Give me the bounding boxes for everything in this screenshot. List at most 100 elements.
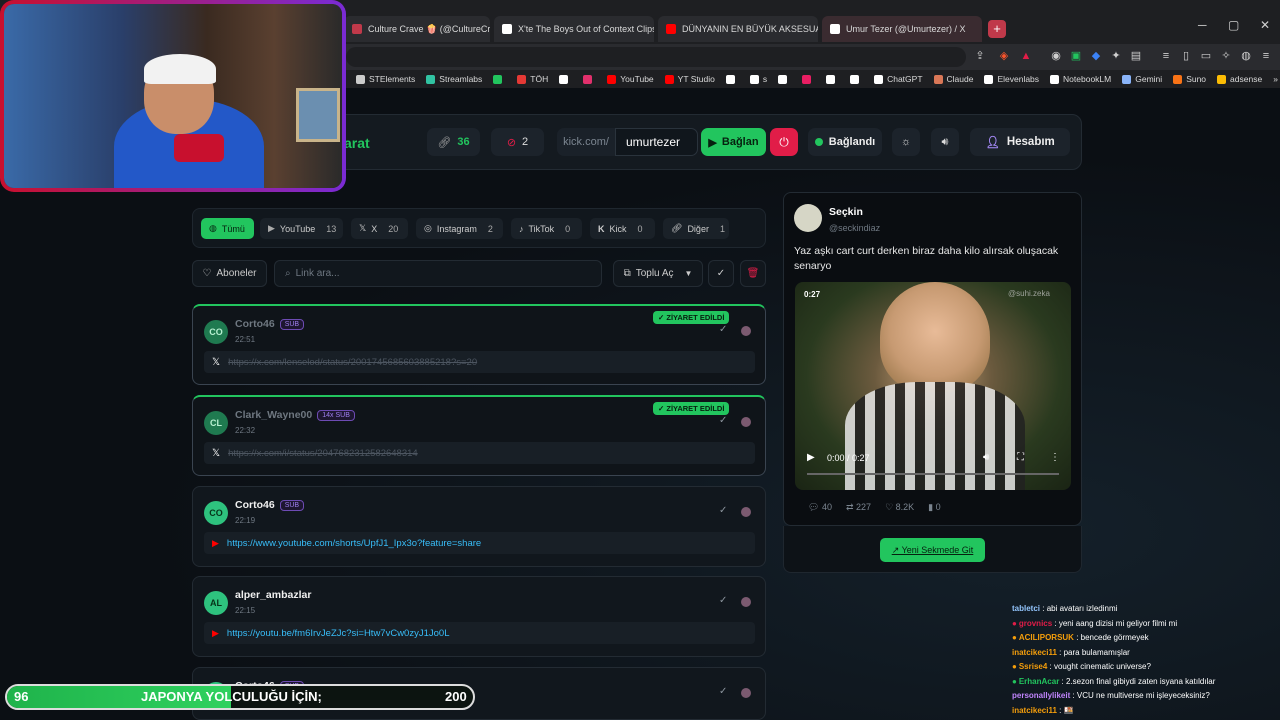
video-frame bbox=[880, 282, 990, 392]
kick-username-input[interactable]: umurtezer bbox=[615, 128, 698, 156]
bookmark-item[interactable]: adsense bbox=[1217, 74, 1262, 84]
dismiss-icon[interactable] bbox=[741, 597, 751, 607]
link-url[interactable]: https://x.com/lenselod/status/2001745685… bbox=[228, 357, 477, 368]
play-icon[interactable]: ▶ bbox=[807, 452, 815, 463]
power-icon: ⏻ bbox=[779, 135, 789, 149]
disconnect-button[interactable]: ⏻ bbox=[770, 128, 798, 156]
subscribers-filter-button[interactable]: ♡ Aboneler bbox=[192, 260, 267, 287]
mark-all-button[interactable]: ✓ bbox=[708, 260, 734, 287]
bookmark-item[interactable]: ChatGPT bbox=[874, 74, 923, 84]
bookmark-item[interactable] bbox=[850, 74, 863, 84]
extension-icon[interactable]: ▣ bbox=[1070, 50, 1082, 62]
rewards-icon[interactable]: ▲ bbox=[1020, 50, 1032, 62]
check-icon[interactable]: ✓ bbox=[719, 595, 727, 606]
browser-tab-active[interactable]: Umur Tezer (@Umurtezer) / X bbox=[822, 16, 982, 42]
tab-x[interactable]: 𝕏 X 20 bbox=[351, 218, 408, 239]
link-card[interactable]: CO Corto46 SUB 22:51 ✓ ZİYARET EDİLDİ ✓ 𝕏https… bbox=[192, 304, 766, 385]
extension-icon[interactable]: ◉ bbox=[1050, 50, 1062, 62]
instagram-icon: ◎ bbox=[424, 223, 432, 233]
tab-all[interactable]: ◍ Tümü bbox=[201, 218, 254, 239]
bookmark-item[interactable]: Suno bbox=[1173, 74, 1206, 84]
link-card[interactable]: CL Clark_Wayne00 14x SUB 22:32 ✓ ZİYARET EDİ… bbox=[192, 395, 766, 476]
kick-url-prefix: kick.com/ bbox=[557, 128, 615, 156]
bookmark-item[interactable] bbox=[559, 74, 572, 84]
globe-icon: ◍ bbox=[209, 223, 217, 233]
bookmark-label: STElements bbox=[369, 74, 416, 84]
link-card[interactable]: AL alper_ambazlar 22:15 ✓ ▶ https://youtu.be/… bbox=[192, 576, 766, 657]
avatar: CO bbox=[204, 320, 228, 344]
bookmark-item[interactable]: Elevenlabs bbox=[984, 74, 1039, 84]
bookmark-item[interactable] bbox=[778, 74, 791, 84]
extension-icon[interactable]: ▤ bbox=[1130, 50, 1142, 62]
open-new-tab-button[interactable]: ↗ Yeni Sekmede Git bbox=[880, 538, 985, 562]
bookmark-item[interactable]: Gemini bbox=[1122, 74, 1162, 84]
like-stat[interactable]: ♡ 8.2K bbox=[885, 502, 914, 513]
bookmark-item[interactable]: Streamlabs bbox=[426, 74, 482, 84]
bookmark-item[interactable]: TÖH bbox=[517, 74, 548, 84]
extension-icon[interactable]: ◆ bbox=[1090, 50, 1102, 62]
search-input[interactable]: ⌕ Link ara... bbox=[274, 260, 602, 287]
bookmark-item[interactable]: YouTube bbox=[607, 74, 654, 84]
video-progress-track[interactable] bbox=[807, 473, 1059, 475]
more-icon[interactable]: ⋮ bbox=[1050, 452, 1060, 463]
maximize-icon[interactable]: ▢ bbox=[1228, 18, 1239, 32]
bookmark-item[interactable]: NotebookLM bbox=[1050, 74, 1111, 84]
minimize-icon[interactable]: ─ bbox=[1198, 18, 1207, 32]
address-bar[interactable] bbox=[346, 47, 966, 67]
bookmark-item[interactable]: Claude bbox=[933, 74, 973, 84]
chat-username: grovnics bbox=[1018, 618, 1053, 628]
link-url[interactable]: https://www.youtube.com/shorts/UpfJ1_Ipx… bbox=[227, 538, 481, 549]
tab-kick[interactable]: K Kick 0 bbox=[590, 218, 655, 239]
fullscreen-icon[interactable]: ⛶ bbox=[1017, 452, 1024, 463]
delete-all-button[interactable]: 🗑︎ bbox=[740, 260, 766, 287]
check-icon[interactable]: ✓ bbox=[719, 686, 727, 697]
puzzle-icon[interactable]: ✦ bbox=[1110, 50, 1122, 62]
bookmark-item[interactable]: STElements bbox=[356, 74, 415, 84]
bookmark-item[interactable] bbox=[493, 74, 506, 84]
retweet-stat[interactable]: ⇄ 227 bbox=[846, 502, 871, 513]
check-icon[interactable]: ✓ bbox=[719, 505, 727, 516]
tab-other[interactable]: 🔗︎ Diğer 1 bbox=[663, 218, 729, 239]
wallet-icon[interactable]: ▭ bbox=[1200, 50, 1212, 62]
close-window-icon[interactable]: ✕ bbox=[1260, 18, 1270, 32]
tab-youtube[interactable]: ▶ YouTube 13 bbox=[260, 218, 343, 239]
bookmark-item[interactable] bbox=[826, 74, 839, 84]
new-tab-button[interactable]: + bbox=[988, 20, 1006, 38]
bookmark-item[interactable] bbox=[802, 74, 815, 84]
leo-icon[interactable]: ✧ bbox=[1220, 50, 1232, 62]
bulk-open-dropdown[interactable]: ⧉ Toplu Aç ▼ bbox=[613, 260, 703, 287]
vpn-icon[interactable]: ◍ bbox=[1240, 50, 1252, 62]
sub-badge: SUB bbox=[279, 499, 305, 511]
bookmark-item[interactable] bbox=[725, 74, 739, 84]
bookmark-item[interactable]: YT Studio bbox=[664, 74, 715, 84]
bookmarks-more-button[interactable]: » bbox=[1273, 74, 1278, 84]
dismiss-icon[interactable] bbox=[741, 417, 751, 427]
menu-icon[interactable]: ≡ bbox=[1160, 50, 1172, 62]
share-icon[interactable]: ⇪ bbox=[974, 50, 986, 62]
tweet-video[interactable]: 0:27 @suhi.zeka ▶ 0:00 / 0:27 🔊︎ ⛶ ⋮ bbox=[795, 282, 1071, 490]
check-icon[interactable]: ✓ bbox=[719, 415, 727, 426]
dismiss-icon[interactable] bbox=[741, 326, 751, 336]
dismiss-icon[interactable] bbox=[741, 688, 751, 698]
link-url[interactable]: https://x.com/i/status/20476823125826483… bbox=[228, 448, 418, 459]
volume-icon[interactable]: 🔊︎ bbox=[983, 452, 989, 463]
theme-toggle-button[interactable]: ☼ bbox=[892, 128, 920, 156]
connect-button[interactable]: ▶ Bağlan bbox=[701, 128, 766, 156]
account-button[interactable]: 👤︎ Hesabım bbox=[970, 128, 1070, 156]
dismiss-icon[interactable] bbox=[741, 507, 751, 517]
sound-toggle-button[interactable]: 🔊︎ bbox=[931, 128, 959, 156]
browser-tab[interactable]: DÜNYANIN EN BÜYÜK AKSESUAR FU bbox=[658, 16, 818, 42]
browser-tab[interactable]: X'te The Boys Out of Context Clips: "I bbox=[494, 16, 654, 42]
link-card[interactable]: CO Corto46 SUB 22:19 ✓ ▶ https://www.youtube.c… bbox=[192, 486, 766, 567]
bookmark-item[interactable]: s bbox=[749, 74, 767, 84]
sidebar-icon[interactable]: ▯ bbox=[1180, 50, 1192, 62]
tab-tiktok[interactable]: ♪ TikTok 0 bbox=[511, 218, 582, 239]
brave-shield-icon[interactable]: ◈ bbox=[998, 50, 1010, 62]
browser-tab[interactable]: Culture Crave 🍿 (@CultureCrave) / X bbox=[344, 16, 490, 42]
bookmark-item[interactable] bbox=[583, 74, 596, 84]
link-url[interactable]: https://youtu.be/fm6IrvJeZJc?si=Htw7vCw0… bbox=[227, 628, 450, 639]
reply-stat[interactable]: 💬︎ 40 bbox=[808, 502, 832, 513]
main-menu-icon[interactable]: ≡ bbox=[1260, 50, 1272, 62]
check-icon[interactable]: ✓ bbox=[719, 324, 727, 335]
tab-instagram[interactable]: ◎ Instagram 2 bbox=[416, 218, 503, 239]
